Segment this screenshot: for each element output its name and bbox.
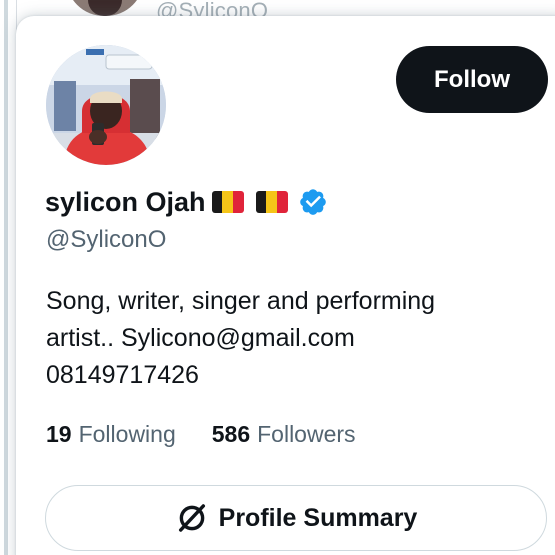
followers-stat[interactable]: 586 Followers (212, 421, 356, 448)
background-avatar[interactable] (66, 0, 144, 16)
profile-summary-button[interactable]: Profile Summary (45, 485, 547, 551)
followers-count: 586 (211, 421, 251, 447)
profile-bio: Song, writer, singer and performing arti… (46, 283, 526, 394)
following-count: 19 (46, 421, 72, 447)
profile-summary-label: Profile Summary (218, 503, 418, 532)
profile-avatar[interactable] (46, 45, 166, 165)
belgium-flag-icon (211, 191, 244, 213)
profile-stats: 19 Following 586 Followers (46, 421, 356, 448)
following-label: Following (78, 421, 176, 447)
stage: @SyliconO Follow sylicon Ojah @SyliconO … (0, 0, 555, 555)
followers-label: Followers (257, 421, 356, 447)
no-symbol-icon (178, 504, 205, 532)
name-row: sylicon Ojah (45, 184, 328, 220)
bio-line: Song, writer, singer and performing (46, 287, 436, 315)
bio-line: 08149717426 (46, 361, 199, 389)
belgium-flag-icon (255, 191, 288, 213)
avatar-photo (46, 45, 166, 165)
timeline-thread-line (4, 0, 8, 555)
follow-button[interactable]: Follow (396, 46, 548, 113)
profile-handle[interactable]: @SyliconO (46, 226, 166, 254)
bio-line: artist.. Sylicono@gmail.com (46, 324, 355, 352)
display-name[interactable]: sylicon Ojah (45, 187, 206, 218)
timeline-edge (0, 0, 17, 555)
following-stat[interactable]: 19 Following (46, 421, 176, 448)
profile-hover-card: Follow sylicon Ojah @SyliconO Song, writ… (16, 16, 555, 555)
verified-badge-icon[interactable] (298, 187, 328, 217)
